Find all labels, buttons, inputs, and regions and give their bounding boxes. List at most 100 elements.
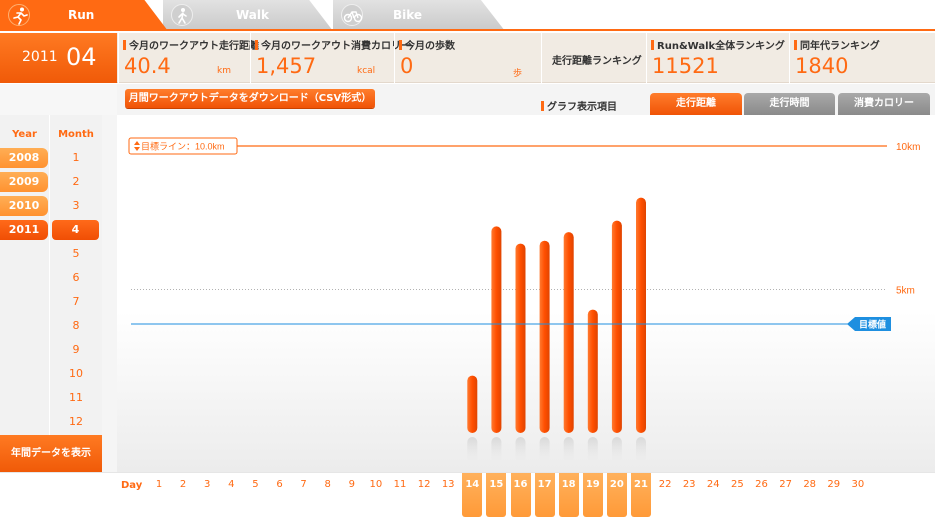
monthly-stats-bar: 2011 04 今月のワークアウト走行距離 40.4 km 今月のワークアウト消… — [0, 33, 935, 83]
bar-day-15[interactable] — [491, 226, 502, 433]
stat-distance-title: 今月のワークアウト走行距離 — [123, 37, 259, 52]
tab-run[interactable]: Run — [0, 0, 168, 31]
day-13: 13 — [441, 479, 455, 490]
stat-distance: 今月のワークアウト走行距離 40.4 km — [118, 33, 259, 83]
bar-reflection — [587, 437, 598, 463]
month-item-7[interactable]: 7 — [50, 292, 102, 312]
day-22: 22 — [658, 479, 672, 490]
day-28: 28 — [803, 479, 817, 490]
download-csv-button[interactable]: 月間ワークアウトデータをダウンロード（CSV形式） — [125, 89, 375, 108]
stat-overall-rank-title: Run&Walk全体ランキング — [651, 37, 785, 52]
annual-data-button[interactable]: 年間データを表示 — [0, 435, 102, 472]
tab-walk-label: Walk — [236, 8, 269, 22]
month-item-10[interactable]: 10 — [50, 364, 102, 384]
bar-reflection — [636, 437, 646, 463]
month-item-12[interactable]: 12 — [50, 412, 102, 432]
stat-overall-rank: Run&Walk全体ランキング 11521 — [646, 33, 788, 83]
stat-calories-value: 1,457 — [256, 54, 317, 78]
stat-steps-unit: 歩 — [513, 69, 523, 79]
month-header: Month — [58, 129, 94, 140]
runner-icon — [8, 4, 30, 26]
ranking-label: 走行距離ランキング — [552, 56, 642, 67]
month-item-11[interactable]: 11 — [50, 388, 102, 408]
tab-bike[interactable]: Bike — [333, 0, 505, 31]
graph-option-calories[interactable]: 消費カロリー — [838, 93, 930, 115]
day-5: 5 — [252, 479, 259, 490]
month-item-1[interactable]: 1 — [50, 148, 102, 168]
goal-line-label: 目標ライン：10.0km — [141, 141, 225, 152]
stat-steps-title: 今月の歩数 — [399, 37, 455, 52]
month-item-2[interactable]: 2 — [50, 172, 102, 192]
bar-day-18[interactable] — [563, 232, 574, 433]
day-2: 2 — [179, 479, 187, 490]
stat-overall-rank-value: 11521 — [652, 54, 719, 78]
day-9: 9 — [348, 479, 355, 490]
bar-day-16[interactable] — [515, 243, 526, 433]
tab-bike-label: Bike — [393, 8, 423, 22]
day-6: 6 — [276, 479, 283, 490]
day-14[interactable]: 14 — [462, 473, 483, 517]
day-25: 25 — [731, 479, 744, 490]
day-11: 11 — [393, 479, 407, 490]
month-item-3[interactable]: 3 — [50, 196, 102, 216]
bar-reflection — [491, 437, 502, 463]
stat-calories: 今月のワークアウト消費カロリー 1,457 kcal — [250, 33, 411, 83]
day-12: 12 — [417, 479, 431, 490]
goal-tick-label: 10km — [896, 142, 920, 153]
current-period: 2011 04 — [0, 33, 117, 83]
year-item-2008[interactable]: 2008 — [0, 148, 48, 168]
bar-day-17[interactable] — [539, 240, 550, 433]
five-km-tick-label: 5km — [896, 286, 915, 297]
stat-age-rank-title: 同年代ランキング — [794, 37, 880, 52]
month-item-5[interactable]: 5 — [50, 244, 102, 264]
day-23: 23 — [682, 479, 696, 490]
day-axis-label: Day — [121, 480, 143, 491]
period-selector: Year 2008 2009 2010 2011 Month 1 2 3 4 5 6 7 8 9 10 1… — [0, 115, 117, 472]
stat-distance-value: 40.4 — [124, 54, 171, 78]
walker-icon — [171, 4, 193, 26]
month-item-8[interactable]: 8 — [50, 316, 102, 336]
day-20[interactable]: 20 — [606, 473, 627, 517]
day-15[interactable]: 15 — [486, 473, 507, 517]
graph-option-distance[interactable]: 走行距離 — [650, 93, 742, 115]
day-10: 10 — [369, 479, 383, 490]
bar-day-20[interactable] — [611, 220, 622, 433]
bar-day-14[interactable] — [467, 375, 478, 433]
month-item-9[interactable]: 9 — [50, 340, 102, 360]
day-26: 26 — [755, 479, 768, 490]
day-8: 8 — [324, 479, 331, 490]
day-18[interactable]: 18 — [558, 473, 579, 517]
period-month: 04 — [66, 43, 97, 71]
year-header: Year — [12, 129, 37, 140]
day-7: 7 — [300, 479, 307, 490]
stat-steps-value: 0 — [400, 54, 414, 78]
year-item-2011[interactable]: 2011 — [0, 220, 48, 240]
day-21[interactable]: 21 — [631, 473, 651, 517]
day-1: 1 — [155, 479, 163, 490]
bar-reflection — [539, 437, 550, 463]
stat-calories-unit: kcal — [357, 66, 376, 76]
stat-age-rank-value: 1840 — [795, 54, 849, 78]
target-line-label: 目標値 — [859, 318, 886, 329]
year-item-2009[interactable]: 2009 — [0, 172, 48, 192]
year-item-2010[interactable]: 2010 — [0, 196, 48, 216]
period-year: 2011 — [22, 49, 58, 65]
bar-reflection — [515, 437, 526, 463]
month-item-4[interactable]: 4 — [52, 220, 99, 240]
bicycle-icon — [341, 4, 363, 26]
ranking-section-label: 走行距離ランキング — [541, 33, 645, 83]
bar-day-19[interactable] — [587, 309, 598, 433]
toolbar-spacer — [0, 84, 117, 115]
tab-walk[interactable]: Walk — [163, 0, 333, 31]
graph-option-time[interactable]: 走行時間 — [744, 93, 835, 115]
day-19[interactable]: 19 — [582, 473, 603, 517]
bar-day-21[interactable] — [636, 197, 646, 433]
day-29: 29 — [827, 479, 841, 490]
day-16[interactable]: 16 — [510, 473, 531, 517]
day-17[interactable]: 17 — [534, 473, 555, 517]
day-axis: Day 1 2 3 4 5 6 7 8 9 10 11 12 13 14 15 16 17 18 19 20 21 22 2… — [0, 472, 935, 517]
bar-reflection — [467, 437, 478, 463]
month-item-6[interactable]: 6 — [50, 268, 102, 288]
stat-age-rank: 同年代ランキング 1840 — [789, 33, 935, 83]
activity-tab-bar: Bike Walk Run — [0, 0, 935, 31]
